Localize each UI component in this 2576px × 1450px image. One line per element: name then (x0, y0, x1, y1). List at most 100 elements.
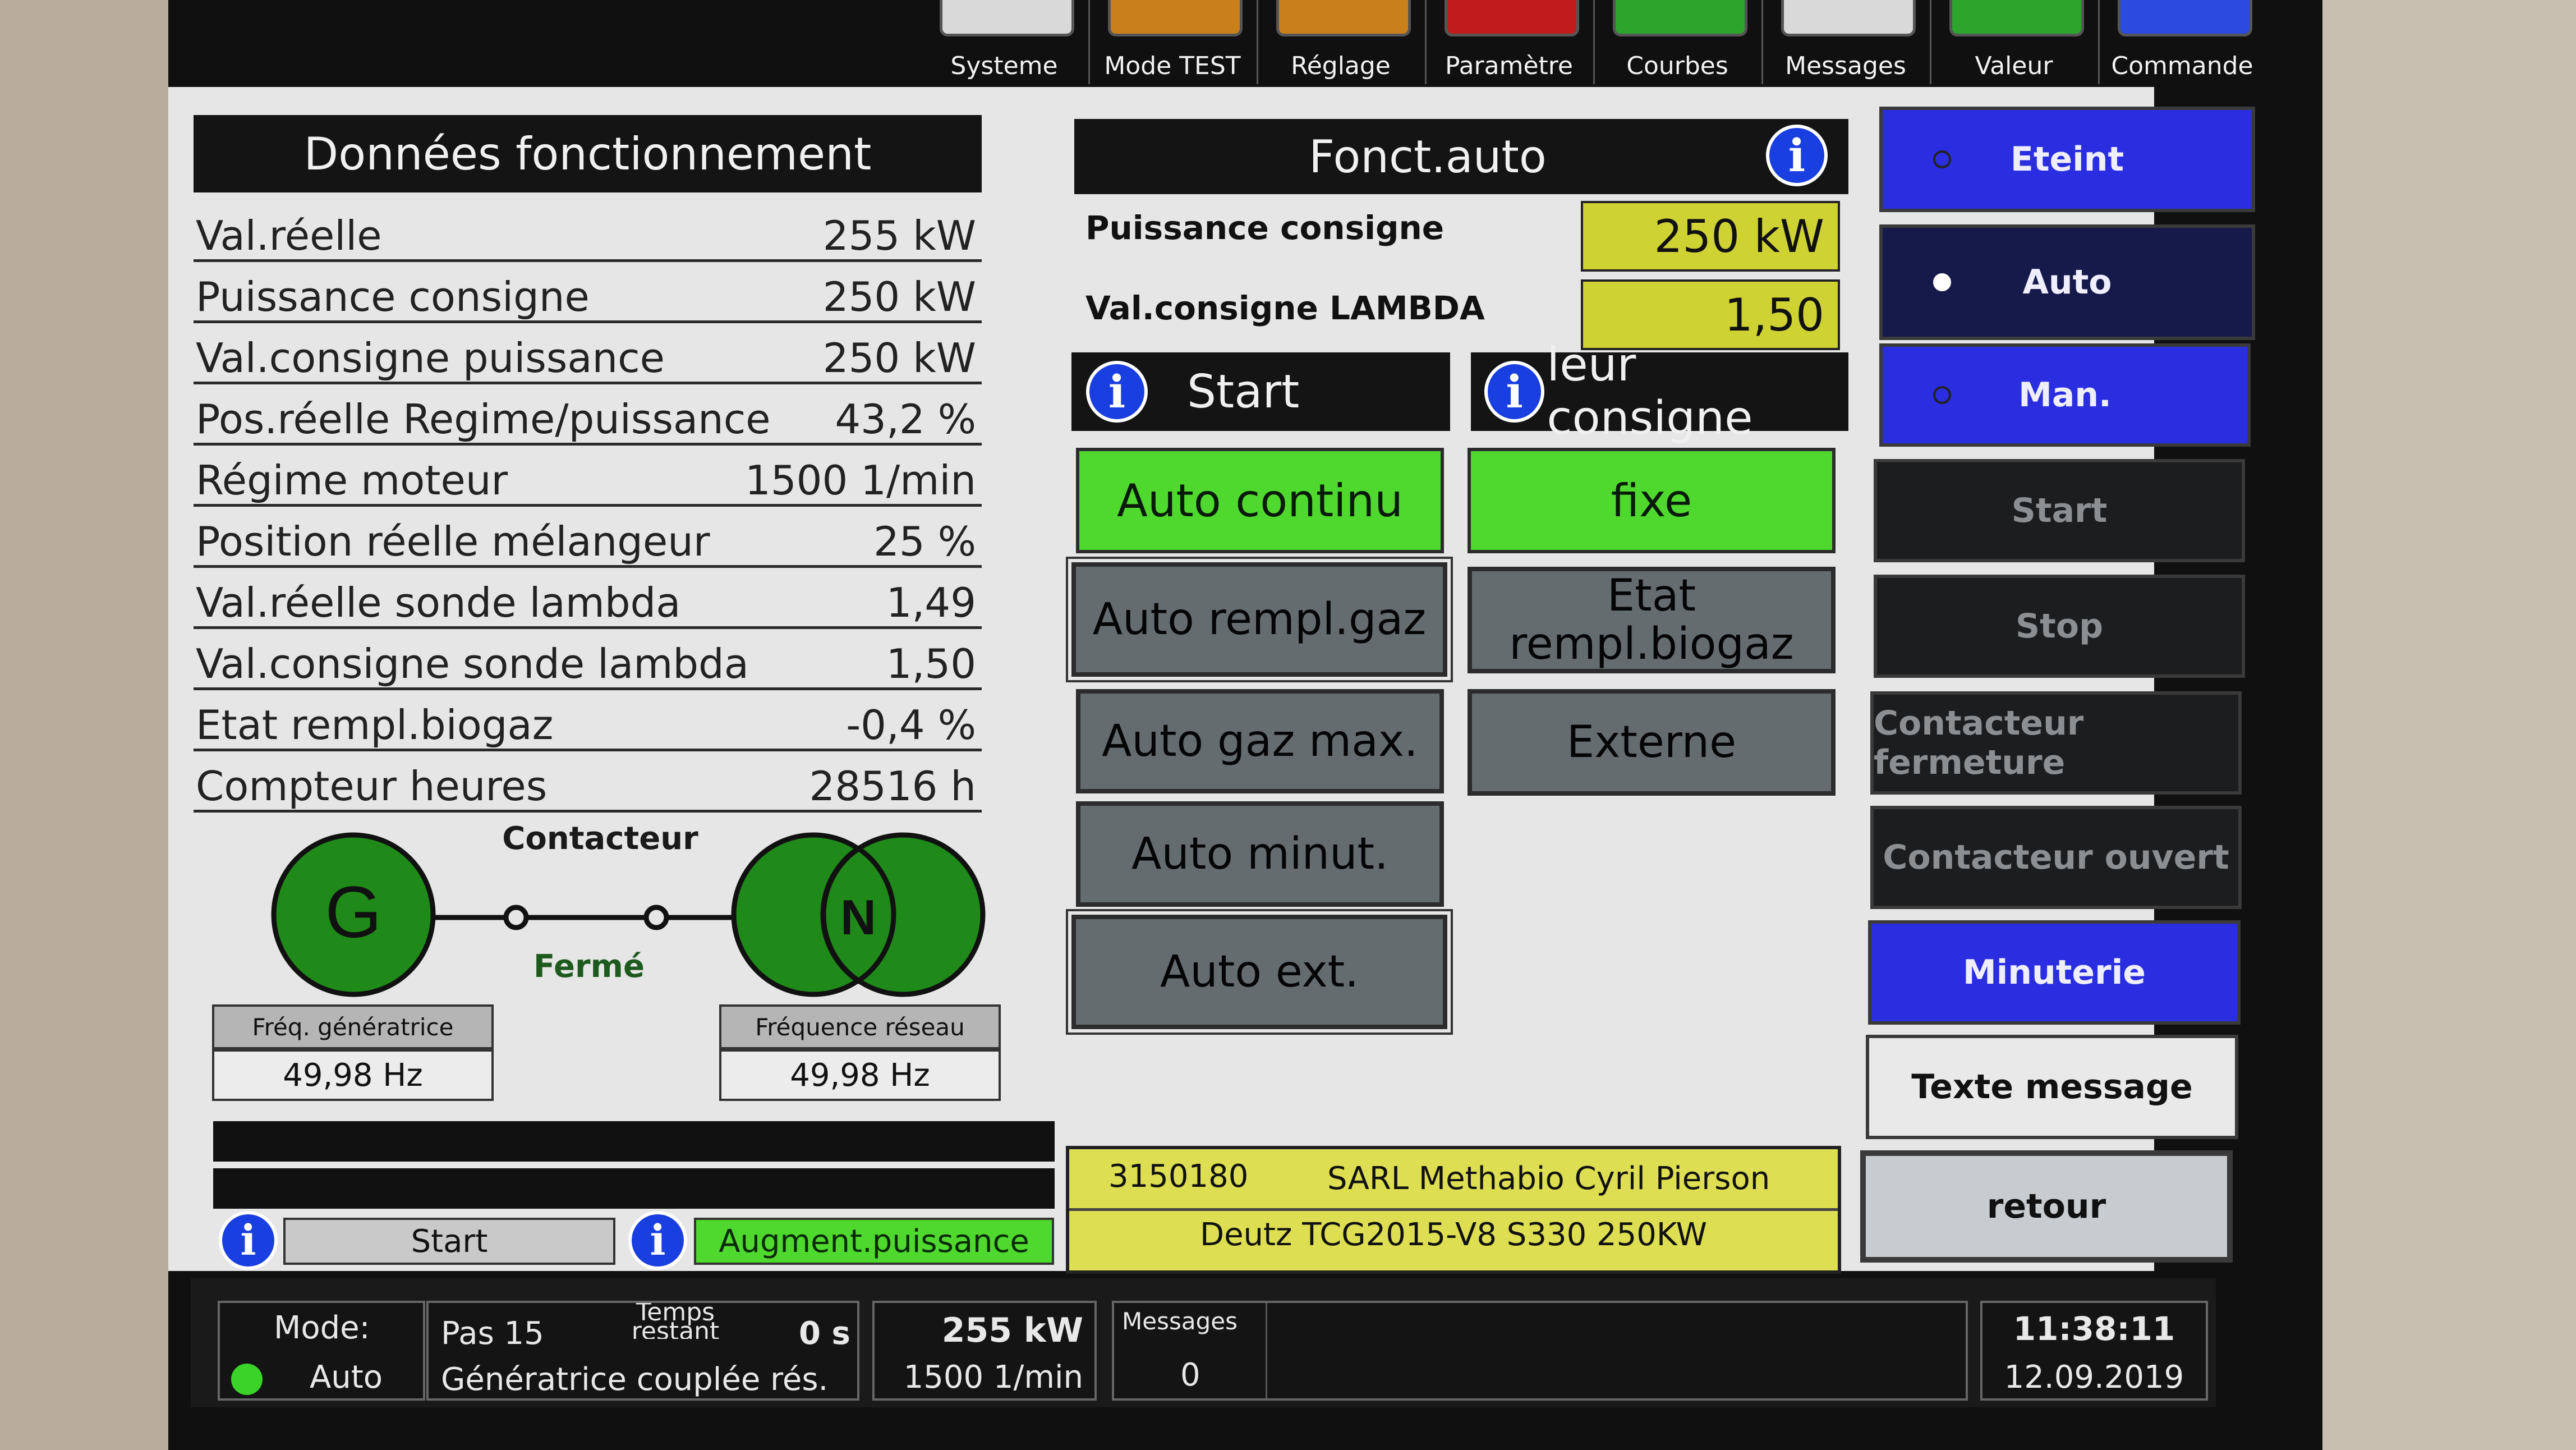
data-row-label: Position réelle mélangeur (196, 518, 710, 565)
menu-button-icon (2118, 0, 2252, 36)
mode-label: Mode: (274, 1310, 370, 1346)
time-remaining-value: 0 s (799, 1315, 850, 1352)
mode-auto-gaz-max-button[interactable]: Auto gaz max. (1076, 689, 1444, 793)
control-auto-button[interactable]: Auto (1879, 224, 2255, 340)
menu-separator (1425, 0, 1427, 84)
control-start-button[interactable]: Start (1874, 459, 2245, 562)
menu-button-icon (940, 0, 1074, 36)
data-row-value: 1,50 (886, 640, 976, 687)
menu-separator (1593, 0, 1595, 84)
data-table: Val.réelle 255 kW Puissance consigne 250 kW… (194, 201, 982, 813)
control-minuterie-button[interactable]: Minuterie (1868, 920, 2241, 1025)
menu-systeme[interactable]: Systeme (920, 0, 1088, 87)
menu-button-icon (1276, 0, 1411, 36)
menu-label: Messages (1785, 52, 1906, 80)
data-row: Puissance consigne 250 kW (194, 262, 982, 323)
mode-box: Mode: Auto (218, 1301, 425, 1401)
monitor-bezel-left (0, 0, 168, 1450)
data-row-value: -0,4 % (846, 701, 976, 749)
data-row: Val.consigne puissance 250 kW (194, 323, 982, 384)
menu-param-tre[interactable]: Paramètre (1425, 0, 1593, 87)
radio-unselected-icon (1933, 150, 1951, 168)
power-increase-field: Augment.puissance (694, 1218, 1054, 1265)
nameplate-divider (1069, 1208, 1838, 1211)
radio-selected-icon (1933, 273, 1951, 291)
grid-symbol: N (840, 889, 876, 945)
info-icon[interactable]: i (219, 1211, 278, 1270)
control-retour-button[interactable]: retour (1860, 1150, 2233, 1263)
top-menu: Systeme Mode TEST Réglage Paramètre Courbes M… (920, 0, 2266, 87)
control-eteint-button[interactable]: Eteint (1879, 107, 2255, 212)
control-texte-message-button[interactable]: Texte message (1866, 1035, 2238, 1139)
status-power: 255 kW (941, 1311, 1083, 1350)
contactor-state: Fermé (533, 948, 645, 985)
control-man-button[interactable]: Man. (1879, 343, 2251, 447)
setpoint-fixe-button[interactable]: fixe (1468, 448, 1836, 553)
nameplate: 3150180 SARL Methabio Cyril Pierson Deut… (1066, 1146, 1841, 1274)
mode-auto-ext-button[interactable]: Auto ext. (1071, 915, 1447, 1029)
menu-mode-test[interactable]: Mode TEST (1088, 0, 1257, 87)
control-button-label: Contacteur ouvert (1883, 838, 2229, 877)
monitor-bezel-right (2322, 0, 2576, 1450)
nameplate-owner: SARL Methabio Cyril Pierson (1327, 1160, 1770, 1197)
control-button-label: Man. (2018, 375, 2112, 415)
control-stop-button[interactable]: Stop (1874, 575, 2245, 678)
grid-freq-value: 49,98 Hz (719, 1049, 1001, 1101)
menu-r-glage[interactable]: Réglage (1257, 0, 1425, 87)
data-row-value: 250 kW (822, 273, 976, 320)
radio-unselected-icon (1933, 386, 1951, 404)
control-contacteur-ouvert-button[interactable]: Contacteur ouvert (1870, 806, 2242, 909)
nameplate-id: 3150180 (1108, 1158, 1249, 1195)
clock-box: 11:38:11 12.09.2019 (1980, 1301, 2208, 1401)
data-row-value: 43,2 % (835, 396, 976, 443)
lambda-setpoint-label: Val.consigne LAMBDA (1085, 289, 1485, 327)
menu-label: Commande (2111, 52, 2253, 80)
control-button-label: Auto (2022, 263, 2112, 302)
menu-separator (1761, 0, 1763, 84)
menu-button-icon (1781, 0, 1916, 36)
menu-valeur[interactable]: Valeur (1930, 0, 2098, 87)
menu-commande[interactable]: Commande (2098, 0, 2266, 87)
info-icon[interactable]: i (1086, 361, 1148, 423)
control-button-label: Start (2011, 491, 2108, 530)
status-bar-empty-2 (213, 1168, 1055, 1209)
step-box: Pas 15 Temps restant 0 s Génératrice cou… (426, 1301, 859, 1401)
status-speed: 1500 1/min (903, 1359, 1083, 1396)
data-row-label: Etat rempl.biogaz (196, 701, 554, 749)
menu-label: Valeur (1975, 52, 2053, 80)
menu-button-icon (1445, 0, 1579, 36)
data-row: Régime moteur 1500 1/min (194, 446, 982, 507)
mode-auto-rempl-gaz-button[interactable]: Auto rempl.gaz (1071, 562, 1447, 677)
setpoint-etat-rempl-biogaz-button[interactable]: Etat rempl.biogaz (1468, 567, 1836, 673)
gen-freq-value: 49,98 Hz (212, 1049, 494, 1101)
mode-auto-continu-button[interactable]: Auto continu (1076, 448, 1444, 553)
contactor-terminal-left (503, 905, 529, 930)
menu-separator (1088, 0, 1090, 84)
mode-auto-minut-button[interactable]: Auto minut. (1076, 801, 1444, 907)
info-icon[interactable]: i (1766, 125, 1828, 186)
sequence-start-field: Start (283, 1218, 615, 1265)
messages-count: 0 (1180, 1357, 1200, 1393)
data-row-value: 28516 h (809, 763, 976, 810)
menu-courbes[interactable]: Courbes (1593, 0, 1761, 87)
data-row: Etat rempl.biogaz -0,4 % (194, 690, 982, 751)
info-icon[interactable]: i (1484, 361, 1545, 423)
data-row-label: Val.réelle (196, 212, 382, 259)
clock-time: 11:38:11 (2013, 1310, 2175, 1348)
clock-date: 12.09.2019 (2004, 1359, 2184, 1396)
control-contacteur-fermeture-button[interactable]: Contacteur fermeture (1870, 691, 2242, 795)
setpoint-externe-button[interactable]: Externe (1468, 689, 1836, 796)
data-row-value: 1500 1/min (745, 457, 976, 504)
power-setpoint-value[interactable]: 250 kW (1581, 201, 1840, 272)
messages-box[interactable]: Messages 0 (1112, 1301, 1968, 1401)
control-button-label: retour (1986, 1187, 2106, 1226)
data-row: Position réelle mélangeur 25 % (194, 507, 982, 568)
menu-messages[interactable]: Messages (1761, 0, 1930, 87)
menu-separator (1257, 0, 1258, 84)
data-panel-title: Données fonctionnement (194, 115, 982, 192)
data-row: Val.consigne sonde lambda 1,50 (194, 629, 982, 690)
mode-indicator (231, 1364, 263, 1395)
menu-button-icon (1613, 0, 1747, 36)
info-icon[interactable]: i (628, 1211, 687, 1270)
auto-panel-title: Fonct.auto (1074, 119, 1848, 194)
